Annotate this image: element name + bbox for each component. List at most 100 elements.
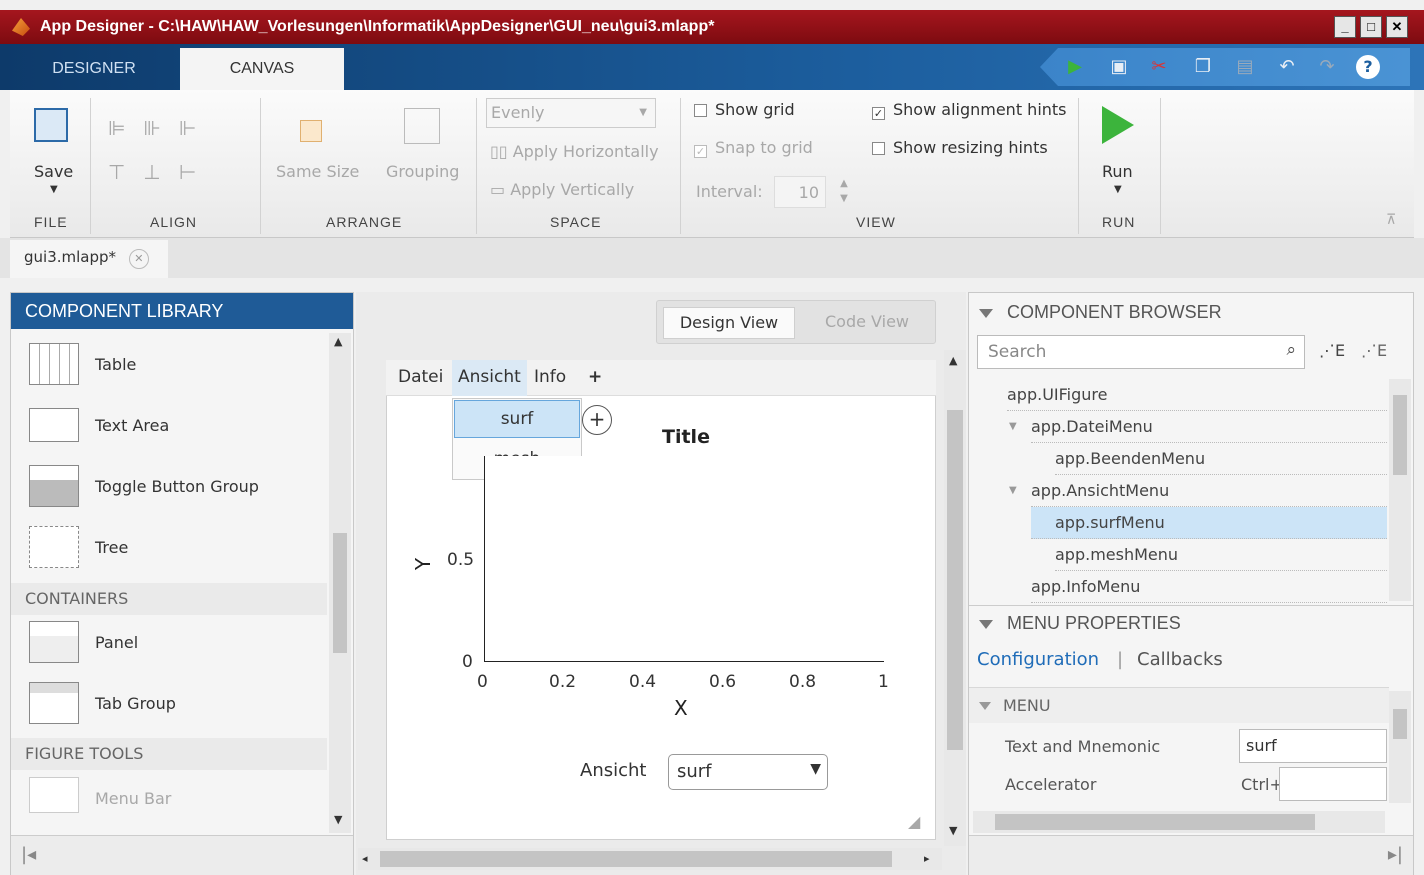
expand-triangle-icon[interactable]: ▼ [1009,411,1017,443]
document-tab[interactable]: gui3.mlapp* ✕ [10,240,168,278]
show-grid-checkbox[interactable]: Show grid [694,100,795,119]
library-item-label: Tab Group [95,694,176,713]
redo-icon[interactable]: ↷ [1314,54,1340,80]
design-view-button[interactable]: Design View [663,307,795,339]
collapse-triangle-icon[interactable] [979,620,993,629]
toolstrip-tabs: DESIGNER CANVAS ▶ ▣ ✂ ❐ ▤ ↶ ↷ ? [0,44,1424,90]
y-axis-label: Y [411,557,436,571]
close-tab-icon[interactable]: ✕ [128,249,149,269]
grouping-button[interactable]: Grouping [386,162,459,181]
tree-node-ansichtmenu[interactable]: ▼ app.AnsichtMenu [1009,475,1387,507]
add-menu-icon[interactable]: + [582,360,608,396]
code-view-button[interactable]: Code View [803,307,931,339]
align-icons-row2[interactable]: ⊤⊥⊢ [108,160,214,184]
grouping-icon[interactable] [404,108,440,144]
ansicht-select[interactable]: surf ▼ [668,754,828,790]
tab-designer[interactable]: DESIGNER [12,48,176,90]
save-dropdown-icon[interactable]: ▼ [50,184,58,195]
snap-to-grid-checkbox[interactable]: ✓ Snap to grid [694,138,813,158]
library-item-label: Text Area [95,416,170,435]
canvas-horizontal-thumb[interactable] [380,851,892,867]
apply-vertically-icon: ▭ [490,180,511,199]
component-browser-header[interactable]: COMPONENT BROWSER [969,295,1413,329]
save-disk-icon[interactable] [34,108,68,142]
first-page-icon[interactable]: |◂ [21,844,36,865]
show-resizing-hints-checkbox[interactable]: Show resizing hints [872,138,1048,157]
menu-datei[interactable]: Datei [392,360,449,396]
expand-all-icon[interactable]: ⋰E [1319,341,1345,360]
y-tick-label: 0.5 [447,550,475,570]
run-dropdown-icon[interactable]: ▼ [1114,184,1122,195]
collapse-triangle-icon[interactable] [979,702,991,710]
cut-icon[interactable]: ✂ [1146,54,1172,80]
menu-properties-header[interactable]: MENU PROPERTIES [969,605,1413,639]
library-scroll-thumb[interactable] [333,533,347,653]
canvas-vertical-thumb[interactable] [947,410,963,750]
properties-h-thumb[interactable] [995,814,1315,830]
apply-horizontally-button[interactable]: ▯▯ Apply Horizontally [490,142,659,161]
scroll-right-icon[interactable]: ▸ [924,852,930,865]
copy-icon[interactable]: ❐ [1190,54,1216,80]
show-alignment-hints-checkbox[interactable]: ✓ Show alignment hints [872,100,1067,120]
run-button[interactable]: Run [1102,162,1133,181]
properties-scroll-thumb[interactable] [1393,709,1407,739]
accelerator-input[interactable] [1279,767,1387,801]
save-icon[interactable]: ▣ [1106,54,1132,80]
align-icons-row1[interactable]: ⊫⊪⊩ [108,116,214,140]
menu-info[interactable]: Info [528,360,572,396]
configuration-tab[interactable]: Configuration [977,649,1099,670]
last-page-icon[interactable]: ▸| [1388,844,1403,865]
document-tab-label: gui3.mlapp* [24,248,117,266]
scroll-left-icon[interactable]: ◂ [362,852,368,865]
tab-canvas[interactable]: CANVAS [180,48,344,90]
collapse-ribbon-icon[interactable]: ⊼ [1386,212,1396,228]
menu-ansicht[interactable]: Ansicht [452,360,527,396]
scroll-up-icon[interactable]: ▲ [949,354,957,367]
tree-node-surfmenu[interactable]: app.surfMenu [1031,507,1387,539]
collapse-all-icon[interactable]: ⋰E [1361,341,1387,360]
maximize-icon[interactable]: □ [1360,16,1382,38]
properties-h-scrollbar[interactable] [973,811,1385,833]
menu-section[interactable]: MENU [969,687,1389,723]
paste-icon[interactable]: ▤ [1232,54,1258,80]
add-submenu-icon[interactable]: + [582,405,612,435]
scroll-down-icon[interactable]: ▼ [949,824,957,837]
tree-node-meshmenu[interactable]: app.meshMenu [1055,539,1387,571]
help-icon[interactable]: ? [1356,55,1380,79]
scroll-up-icon[interactable]: ▲ [334,335,342,348]
tree-node-uifigure[interactable]: app.UIFigure [1007,379,1387,411]
evenly-select[interactable]: Evenly ▼ [486,98,656,128]
same-size-icon[interactable] [300,120,322,142]
interval-input[interactable]: 10 [774,176,826,208]
x-tick-label: 0 [477,672,488,692]
canvas-vertical-scrollbar[interactable]: ▲ ▼ [944,350,966,846]
close-icon[interactable]: ✕ [1386,16,1408,38]
menu-item-surf[interactable]: surf [454,400,580,438]
minimize-icon[interactable]: _ [1334,16,1356,38]
x-tick-label: 0.2 [549,672,577,692]
library-scrollbar[interactable]: ▲ ▼ [329,333,351,833]
save-button[interactable]: Save [34,162,73,181]
text-mnemonic-input[interactable]: surf [1239,729,1387,763]
properties-scrollbar[interactable] [1389,691,1411,803]
apply-vertically-button[interactable]: ▭ Apply Vertically [490,180,634,199]
interval-spinner-icon[interactable]: ▲ ▼ [832,176,856,208]
axes-plot-area[interactable] [484,456,884,662]
same-size-button[interactable]: Same Size [276,162,359,181]
search-input[interactable]: Search ⌕ [977,335,1305,369]
resize-grip-icon[interactable]: ◢ [908,812,920,831]
tree-node-beendenmenu[interactable]: app.BeendenMenu [1055,443,1387,475]
expand-triangle-icon[interactable]: ▼ [1009,475,1017,507]
browser-scrollbar[interactable] [1389,379,1411,601]
browser-scroll-thumb[interactable] [1393,395,1407,475]
run-play-icon[interactable] [1102,106,1134,144]
callbacks-tab[interactable]: Callbacks [1137,649,1223,670]
scroll-down-icon[interactable]: ▼ [334,813,342,826]
canvas-horizontal-scrollbar[interactable]: ◂ ▸ [358,848,942,870]
tree-node-infomenu[interactable]: app.InfoMenu [1031,571,1387,603]
undo-icon[interactable]: ↶ [1274,54,1300,80]
menu-properties-title: MENU PROPERTIES [1007,613,1181,633]
tree-node-dateimenu[interactable]: ▼ app.DateiMenu [1009,411,1387,443]
collapse-triangle-icon[interactable] [979,309,993,318]
run-icon[interactable]: ▶ [1062,54,1088,80]
